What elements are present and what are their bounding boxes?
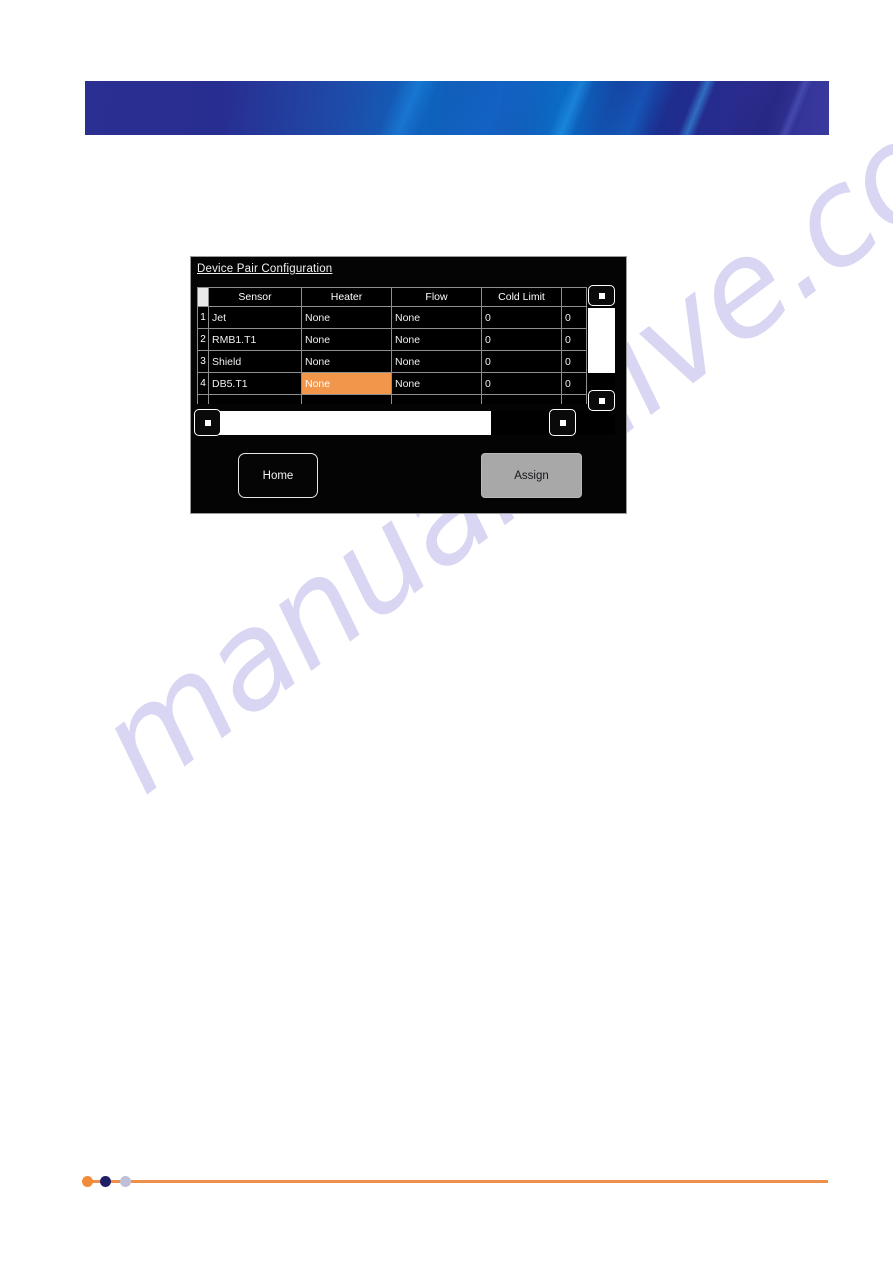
- footer-rule: [88, 1180, 828, 1183]
- cell-extra[interactable]: 0: [561, 328, 587, 351]
- cell-cold-limit[interactable]: 0: [481, 372, 562, 395]
- cell-flow[interactable]: None: [391, 350, 482, 373]
- row-number[interactable]: 3: [197, 350, 209, 373]
- grid-corner-cell[interactable]: [197, 287, 209, 307]
- table-header-row: Sensor Heater Flow Cold Limit: [197, 287, 587, 307]
- cell-extra[interactable]: 0: [561, 372, 587, 395]
- assign-button[interactable]: Assign: [481, 453, 582, 498]
- page-watermark: manualshive.com: [0, 0, 893, 1263]
- column-header-heater[interactable]: Heater: [301, 287, 392, 307]
- cell-heater[interactable]: [301, 394, 392, 404]
- cell-cold-limit[interactable]: 0: [481, 350, 562, 373]
- cell-sensor[interactable]: Shield: [208, 350, 302, 373]
- cell-heater-selected[interactable]: None: [301, 372, 392, 395]
- cell-heater[interactable]: None: [301, 350, 392, 373]
- table-row[interactable]: 4 DB5.T1 None None 0 0: [197, 372, 587, 395]
- row-number[interactable]: 1: [197, 306, 209, 329]
- footer-dot-1: [82, 1176, 93, 1187]
- cell-cold-limit[interactable]: [481, 394, 562, 404]
- cell-heater[interactable]: None: [301, 328, 392, 351]
- scroll-left-glyph: [204, 419, 211, 426]
- column-header-sensor[interactable]: Sensor: [208, 287, 302, 307]
- cell-extra[interactable]: 0: [561, 350, 587, 373]
- cell-extra[interactable]: [561, 394, 587, 404]
- scroll-right-glyph: [559, 419, 566, 426]
- page-title: Device Pair Configuration: [197, 263, 333, 275]
- cell-sensor[interactable]: RMB1.T1: [208, 328, 302, 351]
- device-pair-grid[interactable]: Sensor Heater Flow Cold Limit 1 Jet None…: [197, 287, 587, 404]
- scroll-up-icon[interactable]: [588, 285, 615, 306]
- home-button[interactable]: Home: [238, 453, 318, 498]
- scroll-down-icon[interactable]: [588, 390, 615, 411]
- banner-streak: [414, 81, 566, 135]
- banner-streak: [702, 81, 829, 135]
- table-row[interactable]: 1 Jet None None 0 0: [197, 306, 587, 329]
- table-row[interactable]: 2 RMB1.T1 None None 0 0: [197, 328, 587, 351]
- table-row[interactable]: 3 Shield None None 0 0: [197, 350, 587, 373]
- cell-flow[interactable]: None: [391, 306, 482, 329]
- footer-dot-3: [120, 1176, 131, 1187]
- row-number[interactable]: [197, 394, 209, 404]
- cell-sensor[interactable]: DB5.T1: [208, 372, 302, 395]
- vertical-scrollbar-thumb[interactable]: [588, 308, 615, 373]
- scroll-right-icon[interactable]: [549, 409, 576, 436]
- column-header-cold-limit[interactable]: Cold Limit: [481, 287, 562, 307]
- device-screen-panel: Device Pair Configuration Sensor Heater …: [190, 256, 627, 514]
- table-row-partial[interactable]: [197, 394, 587, 404]
- horizontal-scrollbar-thumb[interactable]: [219, 411, 491, 435]
- cell-flow[interactable]: [391, 394, 482, 404]
- page-footer: [0, 1172, 893, 1192]
- cell-extra[interactable]: 0: [561, 306, 587, 329]
- cell-flow[interactable]: None: [391, 328, 482, 351]
- page-header-banner: [85, 81, 829, 135]
- scroll-up-glyph: [598, 292, 605, 299]
- cell-sensor[interactable]: Jet: [208, 306, 302, 329]
- cell-heater[interactable]: None: [301, 306, 392, 329]
- scroll-left-icon[interactable]: [194, 409, 221, 436]
- scroll-down-glyph: [598, 397, 605, 404]
- cell-cold-limit[interactable]: 0: [481, 306, 562, 329]
- column-header-extra[interactable]: [561, 287, 587, 307]
- cell-flow[interactable]: None: [391, 372, 482, 395]
- row-number[interactable]: 4: [197, 372, 209, 395]
- column-header-flow[interactable]: Flow: [391, 287, 482, 307]
- row-number[interactable]: 2: [197, 328, 209, 351]
- cell-sensor[interactable]: [208, 394, 302, 404]
- footer-dot-2: [100, 1176, 111, 1187]
- banner-streak: [574, 81, 696, 135]
- cell-cold-limit[interactable]: 0: [481, 328, 562, 351]
